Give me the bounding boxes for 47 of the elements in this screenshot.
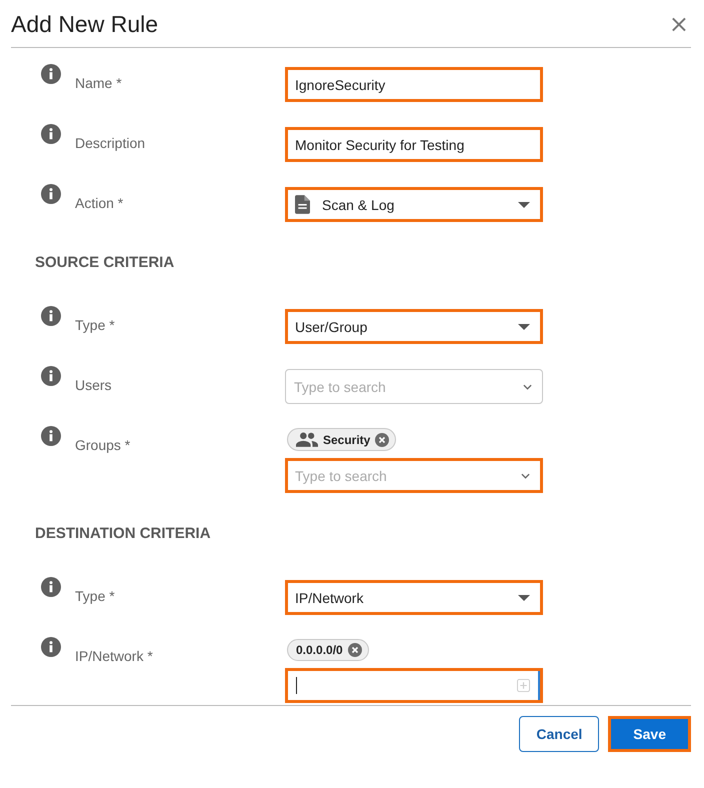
info-icon[interactable] [41,64,61,84]
placeholder: Type to search [295,468,387,484]
tag-label: Security [323,432,370,446]
input-field[interactable] [285,668,543,703]
field-value: Monitor Security for Testing [295,136,464,152]
field-label: Users [75,377,112,393]
field-label: Type * [75,588,115,604]
info-icon[interactable] [41,577,61,597]
select-field[interactable]: User/Group [285,309,543,344]
chevron-down-icon [523,384,532,390]
field-label: Action * [75,195,124,211]
field-value: Scan & Log [322,196,394,212]
dropdown-arrow-icon [518,202,530,208]
field-label: Type * [75,317,115,333]
info-icon[interactable] [41,124,61,144]
field-label: Groups * [75,437,130,453]
save-button[interactable]: Save [608,716,691,752]
people-icon [296,432,318,447]
info-icon[interactable] [41,426,61,446]
field-label: Description [75,135,146,151]
select-field[interactable]: IP/Network [285,580,543,615]
remove-tag-icon[interactable] [348,643,362,657]
field-label: Name * [75,75,122,91]
tag-label: 0.0.0.0/0 [296,643,343,657]
input-field[interactable]: IgnoreSecurity [285,67,543,102]
text-cursor [296,677,297,694]
info-icon[interactable] [41,306,61,326]
field-value: IP/Network [295,590,364,606]
remove-tag-icon[interactable] [375,432,390,446]
section-heading: SOURCE CRITERIA [35,254,176,271]
section-heading: DESTINATION CRITERIA [35,525,212,542]
document-icon [295,195,310,214]
dropdown-arrow-icon [518,324,530,330]
info-icon[interactable] [41,637,61,657]
field-value: IgnoreSecurity [295,76,386,92]
chevron-down-icon [521,472,530,478]
placeholder: Type to search [294,378,386,394]
dropdown-arrow-icon [518,594,530,600]
cancel-button[interactable]: Cancel [519,716,600,752]
info-icon[interactable] [41,366,61,386]
input-field[interactable]: Monitor Security for Testing [285,127,543,162]
close-button[interactable]: × [666,12,691,36]
field-label: IP/Network * [75,648,153,664]
dialog-title: Add New Rule [11,11,158,38]
field-value: User/Group [295,318,368,334]
info-icon[interactable] [41,184,61,204]
select-field[interactable]: Scan & Log [285,187,543,222]
